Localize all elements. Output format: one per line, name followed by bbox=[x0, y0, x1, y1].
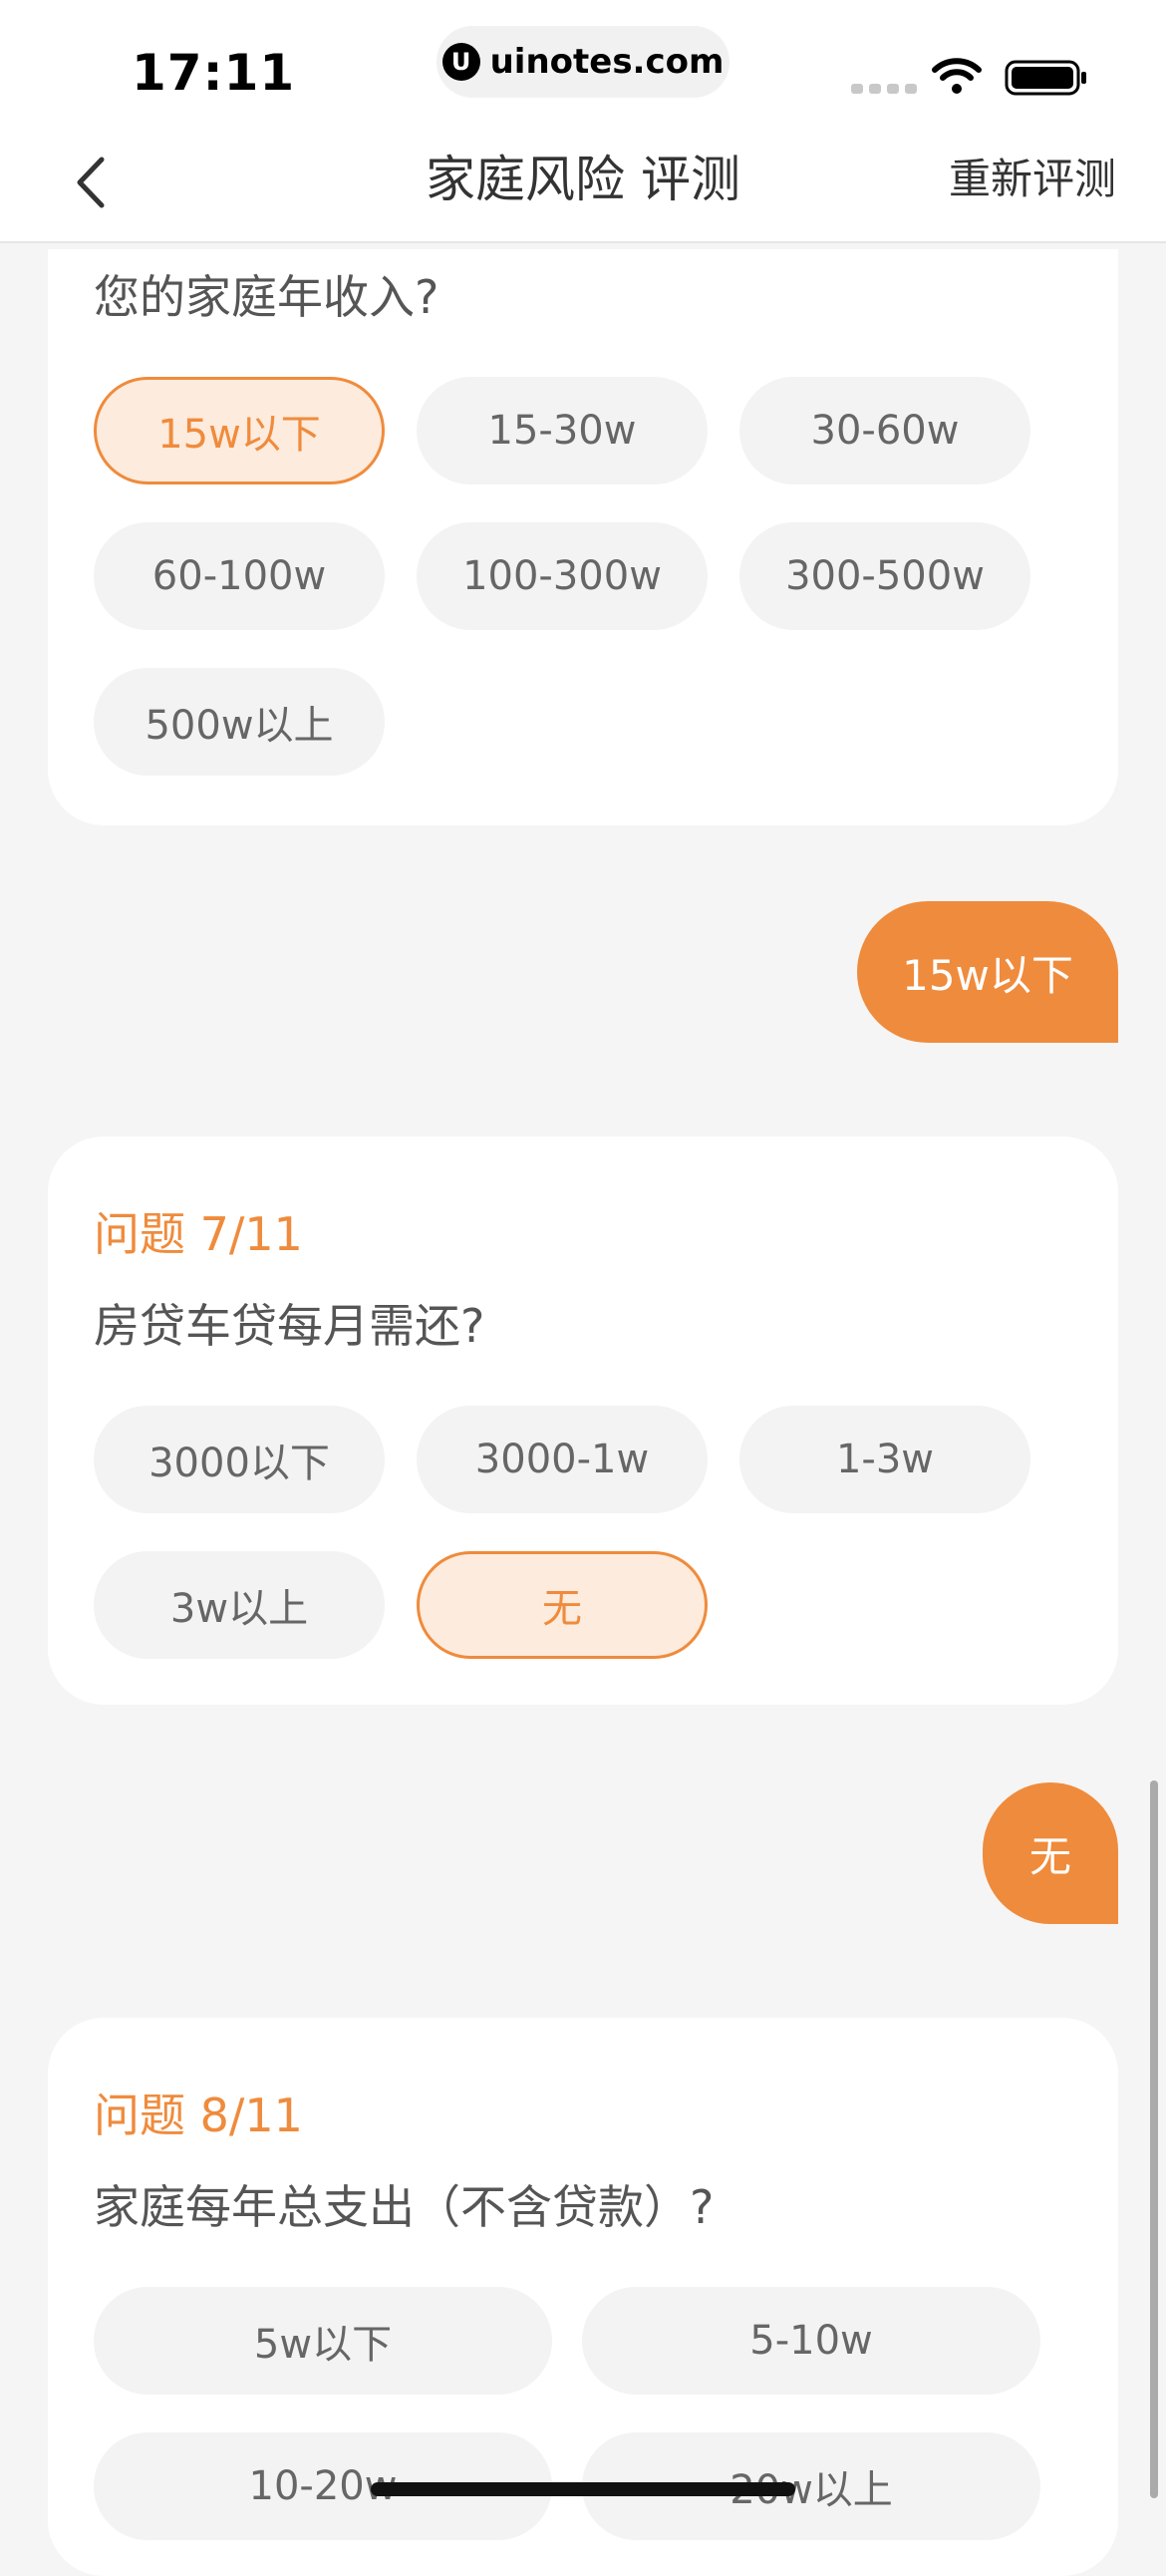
question-text: 房贷车贷每月需还? bbox=[94, 1299, 485, 1353]
option-button[interactable]: 3000以下 bbox=[94, 1406, 385, 1513]
answer-bubble: 无 bbox=[983, 1782, 1118, 1924]
status-time: 17:11 bbox=[132, 44, 296, 102]
option-button[interactable]: 1-3w bbox=[739, 1406, 1030, 1513]
option-button[interactable]: 15w以下 bbox=[94, 377, 385, 484]
option-button[interactable]: 300-500w bbox=[739, 522, 1030, 630]
watermark-badge: U uinotes.com bbox=[437, 26, 729, 98]
option-button[interactable]: 无 bbox=[417, 1551, 708, 1659]
question-number: 问题 7/11 bbox=[94, 1207, 303, 1261]
uinotes-logo-icon: U bbox=[441, 43, 480, 81]
reset-evaluation-button[interactable]: 重新评测 bbox=[949, 146, 1116, 206]
question-card-6: 您的家庭年收入? 15w以下 15-30w 30-60w 60-100w 100… bbox=[48, 249, 1118, 825]
scrollbar[interactable] bbox=[1150, 1780, 1158, 2498]
wifi-icon bbox=[932, 58, 982, 94]
answer-bubble: 15w以下 bbox=[857, 901, 1118, 1043]
home-indicator[interactable] bbox=[371, 2482, 795, 2496]
option-button[interactable]: 5-10w bbox=[582, 2287, 1040, 2395]
option-button[interactable]: 100-300w bbox=[417, 522, 708, 630]
question-text: 家庭每年总支出（不含贷款）? bbox=[94, 2180, 715, 2234]
cellular-signal-icon bbox=[851, 84, 917, 94]
question-card-7: 问题 7/11 房贷车贷每月需还? 3000以下 3000-1w 1-3w 3w… bbox=[48, 1136, 1118, 1705]
question-text: 您的家庭年收入? bbox=[94, 270, 439, 324]
option-button[interactable]: 3w以上 bbox=[94, 1551, 385, 1659]
option-button[interactable]: 60-100w bbox=[94, 522, 385, 630]
option-button[interactable]: 500w以上 bbox=[94, 668, 385, 776]
status-bar: 17:11 U uinotes.com bbox=[0, 0, 1166, 130]
navigation-bar: 家庭风险 评测 重新评测 bbox=[0, 130, 1166, 243]
battery-icon bbox=[1005, 60, 1086, 96]
option-button[interactable]: 5w以下 bbox=[94, 2287, 552, 2395]
option-button[interactable]: 3000-1w bbox=[417, 1406, 708, 1513]
option-button[interactable]: 15-30w bbox=[417, 377, 708, 484]
watermark-text: uinotes.com bbox=[489, 42, 725, 82]
question-number: 问题 8/11 bbox=[94, 2089, 303, 2142]
option-button[interactable]: 30-60w bbox=[739, 377, 1030, 484]
